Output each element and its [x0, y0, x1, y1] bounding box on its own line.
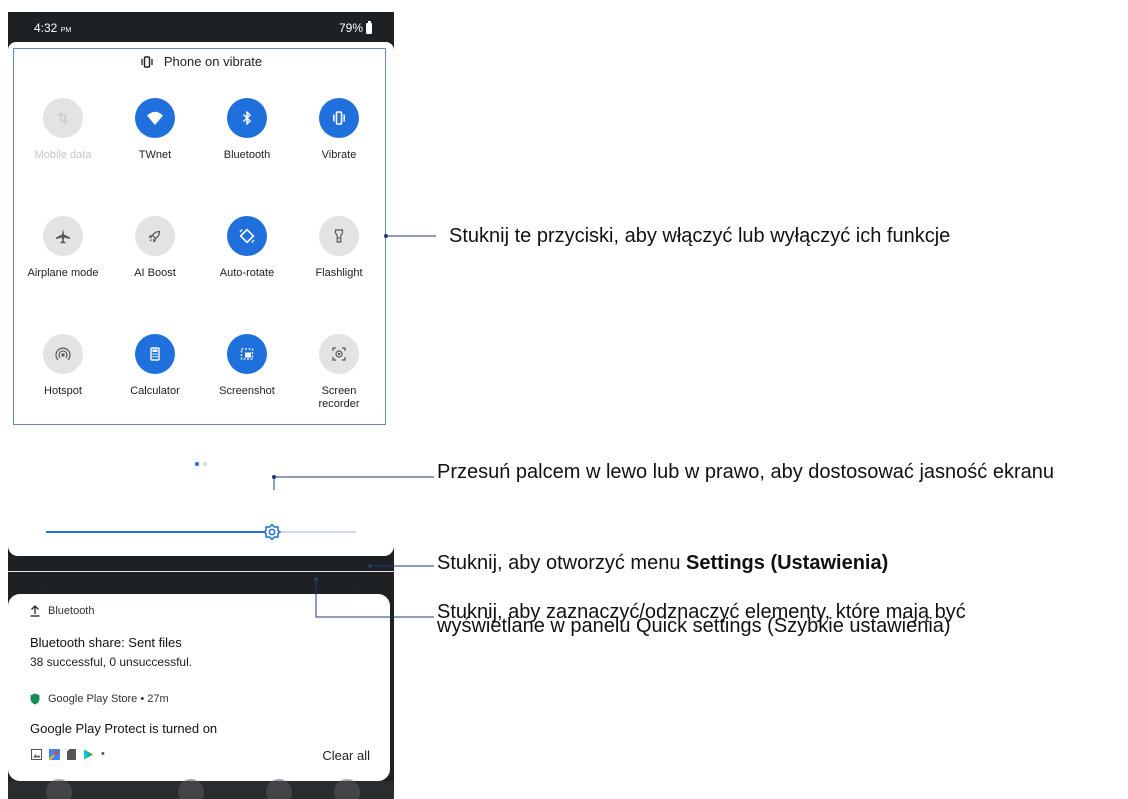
page-dot: [195, 462, 199, 466]
tile-label: TWnet: [138, 149, 172, 161]
page-indicator: [195, 462, 207, 466]
tile-twnet[interactable]: TWnet: [110, 98, 200, 162]
flashlight-icon: [319, 216, 359, 256]
app-icon: [334, 779, 360, 799]
tile-ai-boost[interactable]: AI Boost: [110, 216, 200, 280]
brightness-slider[interactable]: [46, 523, 356, 541]
tile-flashlight[interactable]: Flashlight: [294, 216, 384, 280]
vibrate-small-icon: [141, 55, 153, 68]
sd-card-icon: [67, 748, 76, 760]
tile-label: Bluetooth: [223, 149, 271, 161]
bluetooth-icon: [227, 98, 267, 138]
airplane-icon: [43, 216, 83, 256]
tile-label: AI Boost: [134, 267, 176, 279]
notification-icon-row: •: [31, 748, 105, 760]
shield-icon: [30, 693, 40, 705]
panel-divider: [8, 571, 394, 572]
tile-auto-rotate[interactable]: Auto-rotate: [202, 216, 292, 280]
notification-card[interactable]: Bluetooth Bluetooth share: Sent files 38…: [8, 594, 390, 781]
tile-label: Calculator: [130, 385, 180, 397]
tile-vibrate[interactable]: Vibrate: [294, 98, 384, 162]
hotspot-icon: [43, 334, 83, 374]
tile-calculator[interactable]: Calculator: [110, 334, 200, 398]
bluetooth-notification-app: Bluetooth: [30, 605, 94, 617]
vibrate-icon: [319, 98, 359, 138]
home-screen-dock: [8, 779, 394, 799]
clear-all-button[interactable]: Clear all: [322, 748, 370, 763]
battery-percent: 79%: [338, 21, 363, 35]
status-bar: 4:32 PM 79%: [8, 12, 394, 42]
bluetooth-notification-title: Bluetooth share: Sent files: [30, 635, 182, 650]
auto-rotate-icon: [227, 216, 267, 256]
quick-settings-panel: Phone on vibrate Mobile data TWnet Bluetoo…: [8, 42, 394, 602]
brightness-thumb-icon[interactable]: [263, 523, 282, 541]
play-store-icon: [84, 749, 93, 759]
tile-screen-recorder[interactable]: Screen recorder: [294, 334, 384, 411]
app-icon: [46, 779, 72, 799]
rocket-icon: [135, 216, 175, 256]
app-icon: [178, 779, 204, 799]
tile-label: Screen recorder: [318, 385, 360, 410]
overflow-dot: •: [101, 748, 105, 760]
tile-label: Vibrate: [321, 149, 357, 161]
annotation-edit-line2: wyświetlane w panelu Quick settings (Szy…: [437, 615, 951, 637]
annotation-settings: Stuknij, aby otworzyć menu Settings (Ust…: [437, 552, 889, 574]
screen-recorder-icon: [319, 334, 359, 374]
maps-icon: [49, 748, 60, 760]
wifi-icon: [135, 98, 175, 138]
annotation-edit: Stuknij, aby zaznaczyć/odznaczyć element…: [437, 602, 966, 637]
play-notification-app: Google Play Store • 27m: [30, 693, 169, 705]
calculator-icon: [135, 334, 175, 374]
app-icon: [266, 779, 292, 799]
bluetooth-notification-body: 38 successful, 0 unsuccessful.: [30, 655, 193, 669]
tile-label: Airplane mode: [27, 267, 99, 279]
tile-hotspot[interactable]: Hotspot: [18, 334, 108, 398]
tile-mobile-data: Mobile data: [18, 98, 108, 162]
tile-label: Hotspot: [44, 385, 82, 397]
gallery-icon: [31, 748, 42, 760]
annotation-brightness: Przesuń palcem w lewo lub w prawo, aby d…: [437, 461, 1054, 483]
ringer-status[interactable]: Phone on vibrate: [8, 53, 394, 69]
phone-screen: 4:32 PM 79% Phone on vibrate Mobile data…: [8, 12, 394, 799]
tile-screenshot[interactable]: Screenshot: [202, 334, 292, 398]
battery-indicator: 79%: [338, 20, 372, 35]
screenshot-icon: [227, 334, 267, 374]
battery-icon: [366, 20, 372, 34]
tile-airplane-mode[interactable]: Airplane mode: [18, 216, 108, 280]
page-dot: [203, 462, 207, 466]
tile-label: Screenshot: [219, 385, 275, 397]
brightness-fill: [46, 531, 273, 533]
play-notification-title: Google Play Protect is turned on: [30, 721, 218, 736]
tile-label: Auto-rotate: [219, 267, 275, 279]
tile-label: Mobile data: [34, 149, 92, 161]
mobile-data-icon: [43, 98, 83, 138]
upload-icon: [30, 605, 40, 617]
tile-bluetooth[interactable]: Bluetooth: [202, 98, 292, 162]
status-time: 4:32 PM: [34, 21, 72, 35]
annotation-toggle: Stuknij te przyciski, aby włączyć lub wy…: [449, 225, 951, 247]
tile-label: Flashlight: [315, 267, 363, 279]
